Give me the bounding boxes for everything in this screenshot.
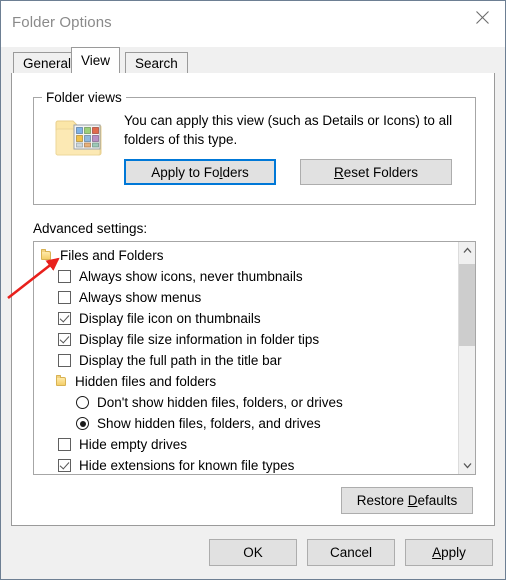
list-item-label: Don't show hidden files, folders, or dri… xyxy=(97,395,343,410)
folder-views-description: You can apply this view (such as Details… xyxy=(124,113,453,147)
list-item-label: Display the full path in the title bar xyxy=(79,353,282,368)
folder-icon xyxy=(55,375,68,388)
list-scrollbar[interactable] xyxy=(458,242,475,474)
checkbox-always-show-menus[interactable] xyxy=(58,291,71,304)
close-icon[interactable] xyxy=(459,1,505,33)
folder-view-icon xyxy=(55,115,103,159)
folder-options-dialog: Folder Options General View Search Folde… xyxy=(0,0,506,580)
list-item-label: Hide empty drives xyxy=(79,437,188,452)
checkbox-display-file-icon-on-thumbnails[interactable] xyxy=(58,312,71,325)
list-item[interactable]: Display file icon on thumbnails xyxy=(34,308,457,329)
list-item[interactable]: Hidden files and folders xyxy=(34,371,457,392)
checkbox-display-full-path[interactable] xyxy=(58,354,71,367)
restore-defaults-wrap: Restore Defaults xyxy=(341,487,473,514)
list-item[interactable]: Always show menus xyxy=(34,287,457,308)
list-item[interactable]: Don't show hidden files, folders, or dri… xyxy=(34,392,457,413)
list-item-label: Display file size information in folder … xyxy=(79,332,320,347)
window-title: Folder Options xyxy=(12,14,112,31)
radio-dont-show-hidden[interactable] xyxy=(76,396,89,409)
cancel-button[interactable]: Cancel xyxy=(307,539,395,566)
list-item-label: Show hidden files, folders, and drives xyxy=(97,416,321,431)
ok-button[interactable]: OK xyxy=(209,539,297,566)
tab-view[interactable]: View xyxy=(71,47,121,73)
list-item[interactable]: Show hidden files, folders, and drives xyxy=(34,413,457,434)
tab-view-label: View xyxy=(81,53,111,68)
list-item-label: Display file icon on thumbnails xyxy=(79,311,261,326)
list-item[interactable]: Files and Folders xyxy=(34,245,457,266)
folder-views-group: Folder views You can apply this view (su… xyxy=(33,90,476,205)
footer-buttons: OK Cancel Apply xyxy=(209,539,493,566)
title-bar: Folder Options xyxy=(1,1,505,47)
chevron-down-icon[interactable] xyxy=(459,457,475,474)
tab-search-label: Search xyxy=(135,55,178,71)
folder-icon xyxy=(40,249,53,262)
list-item-label: Files and Folders xyxy=(60,248,164,263)
advanced-settings-list: Files and Folders Always show icons, nev… xyxy=(34,242,457,474)
list-item-label: Always show icons, never thumbnails xyxy=(79,269,303,284)
list-item[interactable]: Hide empty drives xyxy=(34,434,457,455)
advanced-settings-label: Advanced settings: xyxy=(33,221,148,236)
tab-general-label: General xyxy=(23,55,72,71)
chevron-up-icon[interactable] xyxy=(459,242,475,259)
restore-defaults-button[interactable]: Restore Defaults xyxy=(341,487,473,514)
dialog-footer: OK Cancel Apply xyxy=(1,526,505,579)
ok-button-label: OK xyxy=(243,545,263,560)
checkbox-hide-extensions[interactable] xyxy=(58,459,71,472)
tab-strip: General View Search xyxy=(1,47,505,73)
tab-search[interactable]: Search xyxy=(125,52,188,73)
scrollbar-thumb[interactable] xyxy=(459,264,475,346)
cancel-button-label: Cancel xyxy=(329,545,373,560)
list-item[interactable]: Always show icons, never thumbnails xyxy=(34,266,457,287)
list-item-label: Hide extensions for known file types xyxy=(79,458,295,473)
list-item[interactable]: Display file size information in folder … xyxy=(34,329,457,350)
checkbox-hide-empty-drives[interactable] xyxy=(58,438,71,451)
list-item-label: Always show menus xyxy=(79,290,202,305)
apply-to-folders-button[interactable]: Apply to Folders xyxy=(124,159,276,185)
view-tab-panel: Folder views You can apply this view (su… xyxy=(11,73,495,526)
radio-show-hidden[interactable] xyxy=(76,417,89,430)
list-item-label: Hidden files and folders xyxy=(75,374,217,389)
checkbox-always-show-icons[interactable] xyxy=(58,270,71,283)
checkbox-display-file-size-info[interactable] xyxy=(58,333,71,346)
list-item[interactable]: Hide extensions for known file types xyxy=(34,455,457,474)
reset-folders-button[interactable]: Reset Folders xyxy=(300,159,452,185)
advanced-settings-listbox[interactable]: Files and Folders Always show icons, nev… xyxy=(33,241,476,475)
apply-button[interactable]: Apply xyxy=(405,539,493,566)
list-item[interactable]: Display the full path in the title bar xyxy=(34,350,457,371)
folder-views-buttons: Apply to Folders Reset Folders xyxy=(124,159,464,185)
folder-views-group-label: Folder views xyxy=(42,90,126,105)
